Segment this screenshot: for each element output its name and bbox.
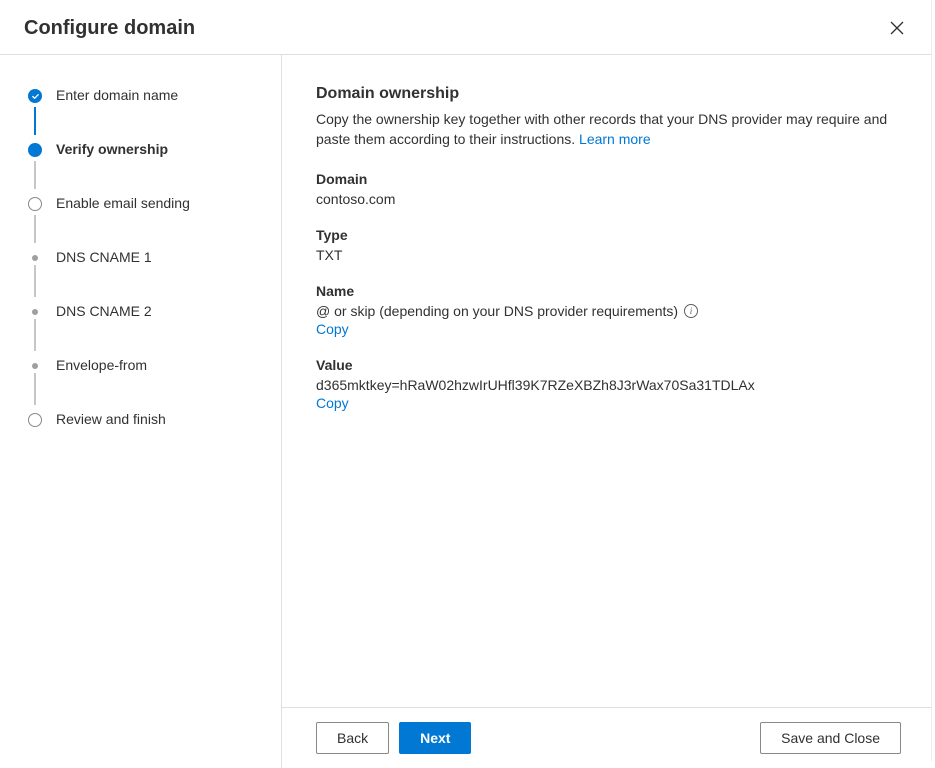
- back-button[interactable]: Back: [316, 722, 389, 754]
- substep-dot-icon: [32, 309, 38, 315]
- footer-left-group: Back Next: [316, 722, 471, 754]
- pending-step-icon: [28, 413, 42, 427]
- pending-step-icon: [28, 197, 42, 211]
- field-name: Name @ or skip (depending on your DNS pr…: [316, 283, 901, 339]
- close-icon: [889, 20, 905, 36]
- field-type: Type TXT: [316, 227, 901, 265]
- section-heading: Domain ownership: [316, 85, 901, 103]
- substep-dot-icon: [32, 363, 38, 369]
- step-label: Envelope-from: [56, 356, 147, 373]
- copy-value-link[interactable]: Copy: [316, 395, 349, 411]
- field-label: Domain: [316, 171, 901, 187]
- step-verify-ownership[interactable]: Verify ownership: [28, 139, 281, 193]
- save-and-close-button[interactable]: Save and Close: [760, 722, 901, 754]
- content-area: Domain ownership Copy the ownership key …: [282, 55, 935, 707]
- field-label: Value: [316, 357, 901, 373]
- step-enable-email-sending[interactable]: Enable email sending: [28, 193, 281, 247]
- field-value-record: Value d365mktkey=hRaW02hzwIrUHfl39K7RZeX…: [316, 357, 901, 413]
- field-label: Type: [316, 227, 901, 243]
- dialog-header: Configure domain: [0, 0, 935, 55]
- field-value: @ or skip (depending on your DNS provide…: [316, 301, 678, 321]
- step-connector: [34, 107, 36, 135]
- next-button[interactable]: Next: [399, 722, 471, 754]
- step-label: Enter domain name: [56, 86, 178, 103]
- step-connector: [34, 319, 36, 351]
- dialog-footer: Back Next Save and Close: [282, 707, 935, 768]
- learn-more-link[interactable]: Learn more: [579, 131, 651, 147]
- field-label: Name: [316, 283, 901, 299]
- field-value-row: @ or skip (depending on your DNS provide…: [316, 301, 698, 321]
- field-domain: Domain contoso.com: [316, 171, 901, 209]
- step-label: DNS CNAME 2: [56, 302, 152, 319]
- section-description: Copy the ownership key together with oth…: [316, 109, 901, 149]
- step-connector: [34, 265, 36, 297]
- check-circle-icon: [28, 89, 42, 103]
- dialog-title: Configure domain: [24, 17, 195, 40]
- close-button[interactable]: [883, 14, 911, 42]
- step-connector: [34, 373, 36, 405]
- step-label: Verify ownership: [56, 140, 168, 157]
- step-envelope-from[interactable]: Envelope-from: [28, 355, 281, 409]
- step-dns-cname-2[interactable]: DNS CNAME 2: [28, 301, 281, 355]
- step-review-and-finish[interactable]: Review and finish: [28, 409, 281, 429]
- step-label: Enable email sending: [56, 194, 190, 211]
- current-step-icon: [28, 143, 42, 157]
- step-label: DNS CNAME 1: [56, 248, 152, 265]
- wizard-steps: Enter domain name Verify ownership Enabl…: [0, 55, 282, 768]
- info-icon[interactable]: i: [684, 304, 698, 318]
- copy-name-link[interactable]: Copy: [316, 321, 349, 337]
- step-dns-cname-1[interactable]: DNS CNAME 1: [28, 247, 281, 301]
- field-value: d365mktkey=hRaW02hzwIrUHfl39K7RZeXBZh8J3…: [316, 375, 901, 395]
- field-value: contoso.com: [316, 189, 901, 209]
- substep-dot-icon: [32, 255, 38, 261]
- step-label: Review and finish: [56, 410, 166, 427]
- scrollbar-gutter: [931, 0, 935, 761]
- step-connector: [34, 161, 36, 189]
- step-connector: [34, 215, 36, 243]
- step-enter-domain-name[interactable]: Enter domain name: [28, 85, 281, 139]
- main-panel: Domain ownership Copy the ownership key …: [282, 55, 935, 768]
- dialog-body: Enter domain name Verify ownership Enabl…: [0, 55, 935, 768]
- field-value: TXT: [316, 245, 901, 265]
